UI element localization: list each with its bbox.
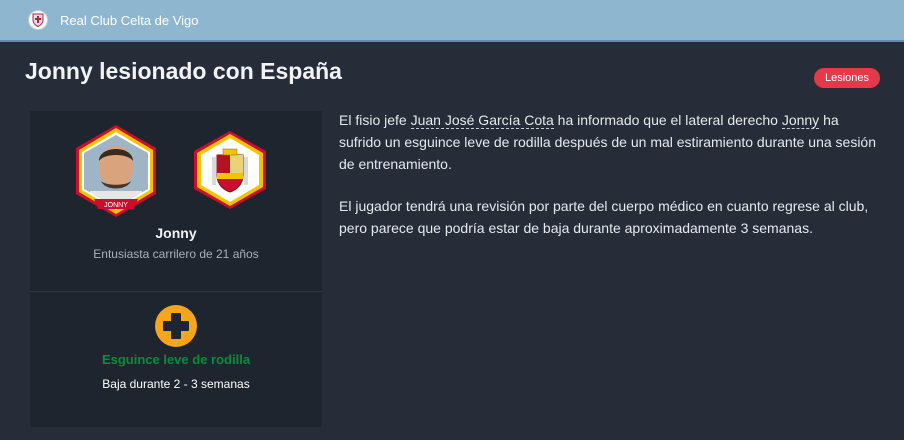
club-crest-icon[interactable] (29, 11, 47, 29)
player-badge-label: JONNY (104, 202, 128, 209)
injury-name: Esguince leve de rodilla (101, 352, 251, 367)
player-link[interactable]: Jonny (781, 112, 820, 129)
article-paragraph: El jugador tendrá una revisión por parte… (339, 198, 869, 236)
spain-crest-icon[interactable] (190, 129, 270, 216)
article-text: El fisio jefe (339, 112, 411, 128)
article-text: ha informado que el lateral derecho (553, 112, 782, 128)
club-name-link[interactable]: Real Club Celta de Vigo (60, 13, 199, 28)
player-name-link[interactable]: Jonny (30, 225, 322, 241)
article-body: El fisio jefe Juan José García Cota ha i… (339, 109, 879, 259)
player-injury-panel: JONNY Jonny Entusiasta carrilero de 21 a… (30, 111, 322, 427)
player-portrait-badge[interactable]: JONNY (68, 123, 164, 224)
article-paragraph: El fisio jefe Juan José García Cota ha i… (339, 109, 879, 175)
physio-link[interactable]: Juan José García Cota (410, 112, 554, 129)
category-badge[interactable]: Lesiones (813, 68, 880, 88)
club-header-bar: Real Club Celta de Vigo (0, 0, 904, 42)
panel-divider (30, 291, 322, 292)
injury-duration: Baja durante 2 - 3 semanas (102, 377, 250, 391)
news-title: Jonny lesionado con España (25, 58, 342, 84)
injury-plus-icon (154, 304, 198, 348)
player-description: Entusiasta carrilero de 21 años (93, 247, 259, 261)
